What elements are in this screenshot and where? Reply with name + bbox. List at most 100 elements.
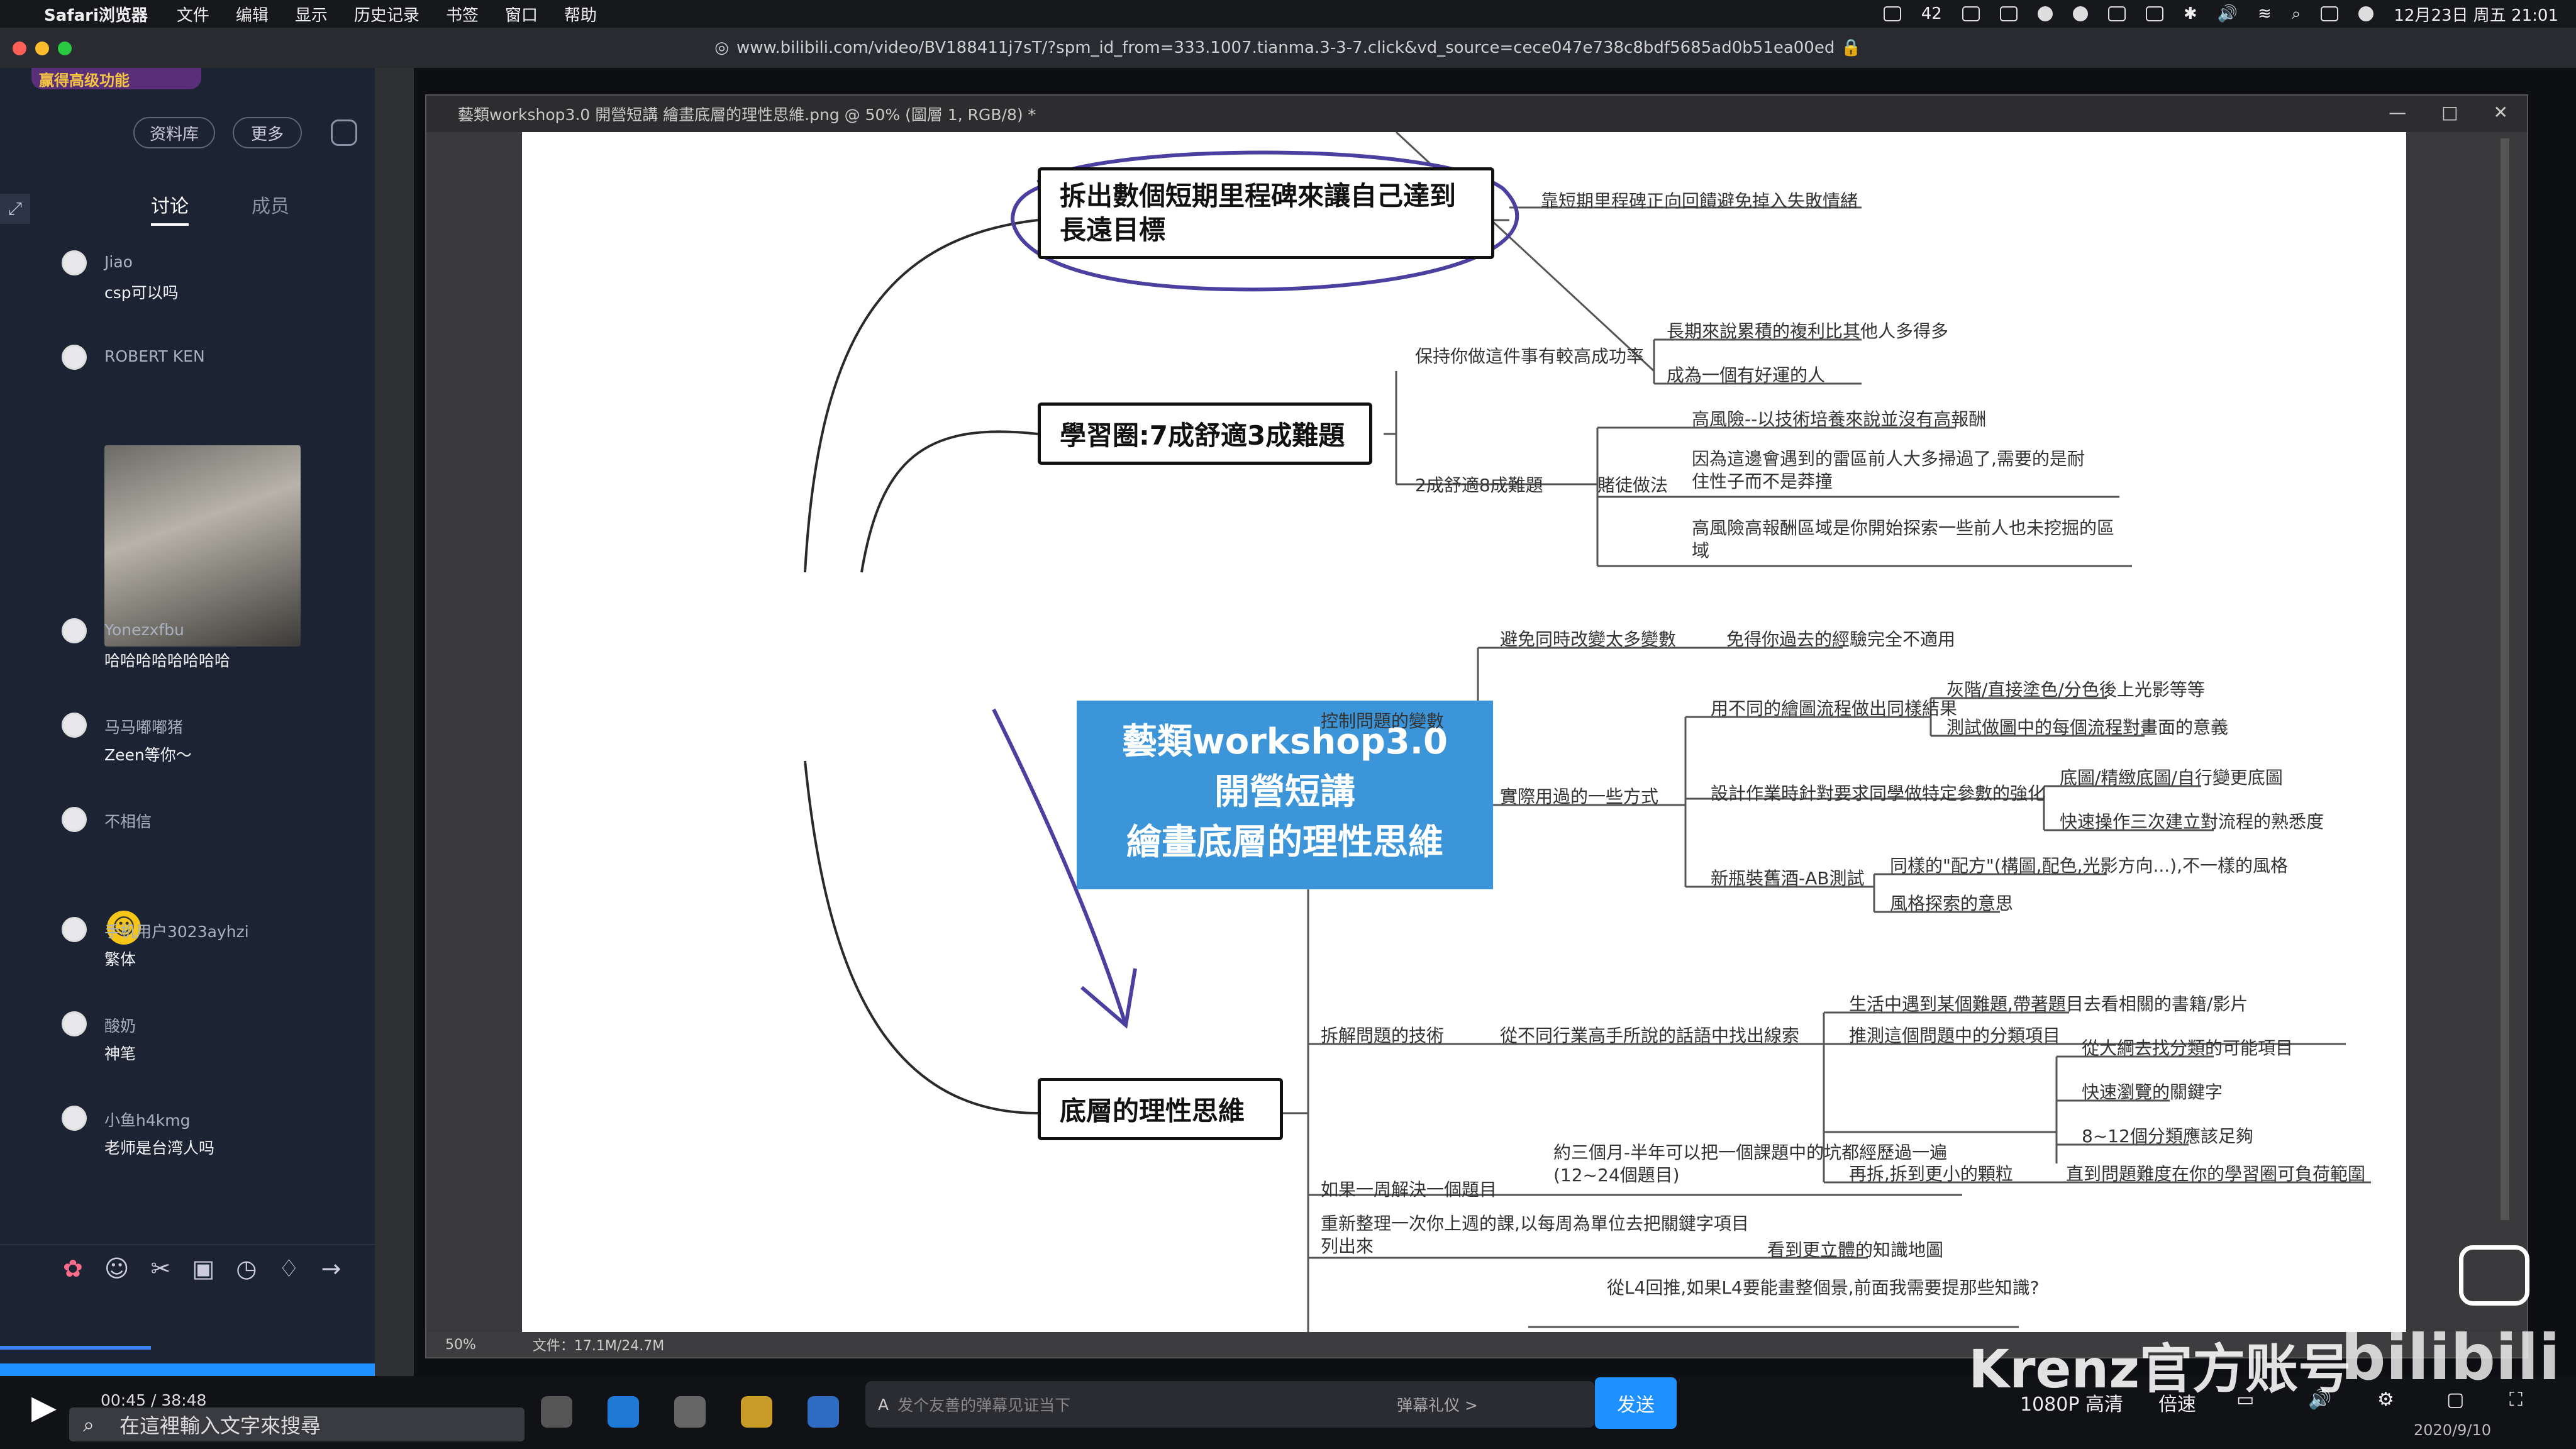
node-style-explore[interactable]: 風格探索的意思 [1890,890,2013,915]
menu-window[interactable]: 窗口 [505,3,538,26]
node-split-from[interactable]: 從不同行業高手所說的話語中找出線索 [1500,1022,1799,1047]
node-control-vars[interactable]: 控制問題的變數 [1321,708,1444,733]
node-outline[interactable]: 從大綱去找分類的可能項目 [2082,1035,2293,1060]
node-reorganize[interactable]: 重新整理一次你上週的課,以每周為單位去把關鍵字項目列出來 [1321,1213,1761,1258]
node-weekly[interactable]: 如果一周解決一個題目 [1321,1176,1497,1201]
status-badge[interactable]: 42 [1921,4,1942,23]
zoom-level[interactable]: 50% [445,1337,476,1353]
more-button[interactable]: 更多 [233,117,302,148]
store-icon[interactable] [674,1396,706,1428]
mail-icon[interactable] [808,1396,839,1428]
chat-image[interactable] [104,445,301,647]
volume-icon[interactable]: 🔊 [2218,4,2238,23]
menu-edit[interactable]: 编辑 [236,3,269,26]
screen-mirror-icon[interactable] [2145,6,2163,21]
menu-history[interactable]: 历史记录 [354,3,419,26]
folder-icon[interactable] [741,1396,772,1428]
play-icon[interactable]: ▶ [31,1389,57,1426]
danmu-font-icon[interactable]: A [878,1396,889,1414]
wifi-icon[interactable]: ≋ [2258,4,2272,23]
edge-icon[interactable] [608,1396,639,1428]
node-compound[interactable]: 長期來說累積的複利比其他人多得多 [1667,318,1948,343]
chat-username[interactable]: Yonezxfbu [104,621,184,639]
search-icon[interactable]: ⌕ [2292,4,2301,24]
minimize-icon[interactable]: — [2389,102,2406,123]
chat-username[interactable]: 酸奶 [104,1014,136,1036]
node-split-again-note[interactable]: 直到問題難度在你的學習圈可負荷範圍 [2066,1160,2365,1185]
node-weekly-note[interactable]: 約三個月-半年可以把一個課題中的坑都經歷過一遍(12~24個題目) [1553,1141,1962,1187]
chat-username[interactable]: 马马嘟嘟猪 [104,715,183,738]
tab-discuss[interactable]: 讨论 [151,191,189,226]
scissors-icon[interactable]: ✂ [150,1255,170,1282]
menu-file[interactable]: 文件 [177,3,209,26]
clock-icon[interactable]: ◷ [236,1255,257,1282]
node-explore[interactable]: 高風險高報酬區域是你開始探索一些前人也未挖掘的區域 [1692,517,2119,562]
notes-icon[interactable] [1962,6,1980,21]
url-text[interactable]: www.bilibili.com/video/BV188411j7sT/?spm… [736,38,1835,57]
control-center-icon[interactable] [2321,6,2339,21]
node-base-image[interactable]: 底圖/精緻底圖/自行變更底圖 [2060,764,2283,789]
zoom-window-icon[interactable] [58,42,72,55]
node-split[interactable]: 拆解問題的技術 [1321,1022,1444,1047]
node-lucky[interactable]: 成為一個有好運的人 [1667,362,1825,387]
sidebar-icon[interactable] [1883,6,1901,21]
avatar[interactable] [62,618,87,643]
node-learning-circle[interactable]: 學習圈:7成舒適3成難題 [1038,402,1372,465]
avatar[interactable] [62,713,87,738]
danmu-etiquette-link[interactable]: 弹幕礼仪 > [1397,1393,1478,1416]
chat-username[interactable]: 手机用户3023ayhzi [104,919,249,942]
chat-username[interactable]: ROBERT KEN [104,347,205,365]
node-recipe[interactable]: 同樣的"配方"(構圖,配色,光影方向...),不一樣的風格 [1890,852,2288,877]
seek-preview-bar[interactable] [0,1346,151,1350]
flower-icon[interactable]: ✿ [63,1255,83,1282]
node-knowledge-map[interactable]: 看到更立體的知識地圖 [1767,1236,1943,1262]
settings-icon[interactable] [331,119,357,146]
avatar[interactable] [62,1106,87,1131]
display-icon[interactable] [1999,6,2018,21]
node-ratio[interactable]: 2成舒適8成難題 [1415,472,1543,497]
arrow-right-icon[interactable]: → [321,1255,341,1282]
record-icon[interactable] [2072,6,2088,21]
chat-username[interactable]: Jiao [104,253,133,271]
node-three-times[interactable]: 快速操作三次建立對流程的熟悉度 [2060,808,2324,833]
avatar[interactable] [62,250,87,275]
node-practice[interactable]: 實際用過的一些方式 [1500,783,1658,808]
node-avoid-note[interactable]: 免得你過去的經驗完全不適用 [1726,626,1955,651]
avatar[interactable] [62,807,87,832]
taskbar-search[interactable]: ⌕ 在這裡輸入文字來搜尋 [69,1407,525,1441]
bluetooth-icon[interactable]: ✱ [2184,4,2197,23]
emoji-icon[interactable]: ☺ [104,1255,130,1282]
maximize-icon[interactable]: □ [2441,102,2458,123]
app-name-menu[interactable]: Safari浏览器 [44,3,148,26]
avatar[interactable] [62,917,87,942]
close-icon[interactable]: ✕ [2494,102,2508,123]
avatar[interactable] [62,345,87,370]
node-grayscale[interactable]: 灰階/直接塗色/分色後上光影等等 [1946,676,2205,701]
image-icon[interactable]: ▣ [192,1255,214,1282]
node-milestone-note[interactable]: 靠短期里程碑正向回饋避免掉入失敗情緒 [1541,187,1858,213]
task-view-icon[interactable] [541,1396,572,1428]
danmu-input[interactable]: A 发个友善的弹幕见证当下 弹幕礼仪 > [865,1381,1595,1428]
node-high-risk[interactable]: 高風險--以技術培養來說並沒有高報酬 [1692,406,1986,431]
chat-username[interactable]: 小鱼h4kmg [104,1108,190,1131]
node-ab-test[interactable]: 新瓶裝舊酒-AB測試 [1711,865,1864,890]
menu-help[interactable]: 帮助 [564,3,597,26]
node-keywords[interactable]: 快速瀏覽的關鍵字 [2082,1079,2223,1104]
avatar[interactable] [62,1011,87,1036]
node-keep-success[interactable]: 保持你做這件事有較高成功率 [1415,343,1644,368]
tab-members[interactable]: 成员 [252,191,289,226]
menu-view[interactable]: 显示 [295,3,328,26]
node-process[interactable]: 用不同的繪圖流程做出同樣結果 [1711,695,1957,720]
node-test-process[interactable]: 測試做圖中的每個流程對畫面的意義 [1946,714,2228,739]
send-button[interactable]: 发送 [1595,1377,1677,1429]
ps-scrollbar[interactable] [2501,138,2509,1220]
node-life-problem[interactable]: 生活中遇到某個難題,帶著題目去看相關的書籍/影片 [1849,991,2248,1016]
node-guess-category[interactable]: 推測這個問題中的分類項目 [1849,1022,2060,1047]
minimize-window-icon[interactable] [35,42,49,55]
bell-icon[interactable]: ♢ [278,1255,299,1282]
node-avoid-vars[interactable]: 避免同時改變太多變數 [1500,626,1676,651]
node-minefield[interactable]: 因為這邊會遇到的雷區前人大多掃過了,需要的是耐住性子而不是莽撞 [1692,448,2101,493]
airdrop-icon[interactable] [2107,6,2126,21]
node-rational-thinking[interactable]: 底層的理性思維 [1038,1078,1283,1140]
node-l4[interactable]: 從L4回推,如果L4要能畫整個景,前面我需要提那些知識? [1607,1277,2047,1299]
